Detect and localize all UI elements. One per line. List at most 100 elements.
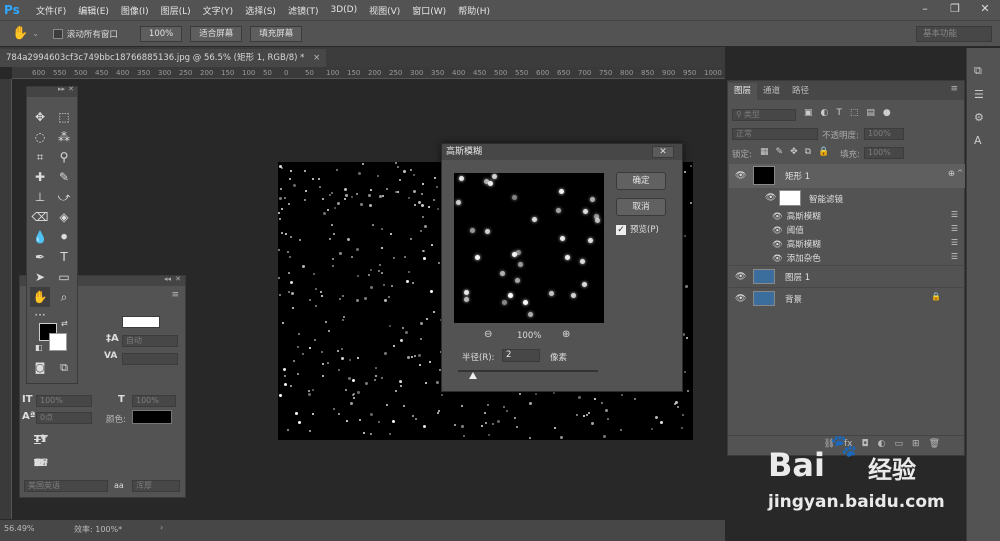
tab-channels[interactable]: 通道 <box>757 83 786 100</box>
filter-mask-thumbnail[interactable] <box>779 190 801 206</box>
zoom-level[interactable]: 56.49% <box>4 524 35 533</box>
menu-layer[interactable]: 图层(L) <box>161 4 191 17</box>
blur-preview[interactable] <box>454 173 604 323</box>
layer-row-shape[interactable]: 👁 矩形 1 ⊕ ^ <box>729 164 965 188</box>
radius-slider-track[interactable] <box>458 370 598 372</box>
rectangle-tool-icon[interactable]: ▭ <box>54 267 74 287</box>
opacity-field[interactable]: 100% <box>864 128 904 140</box>
marquee-tool-icon[interactable]: ⬚ <box>54 107 74 127</box>
filter-row[interactable]: 👁 添加杂色 ☰ <box>772 252 962 265</box>
baseline-field[interactable]: 0点 <box>36 412 92 424</box>
menu-file[interactable]: 文件(F) <box>36 4 66 17</box>
tab-layers[interactable]: 图层 <box>728 83 758 100</box>
background-color-swatch[interactable] <box>49 333 67 351</box>
zoom-in-icon[interactable]: ⊕ <box>562 329 570 340</box>
menu-3d[interactable]: 3D(D) <box>330 5 357 15</box>
layer-kind-filter[interactable]: ⚲ 类型 <box>732 109 796 121</box>
anti-alias-select[interactable]: 浑厚 <box>132 480 180 492</box>
pixel-filter-icon[interactable]: ▣ <box>804 108 813 118</box>
vertical-scale-field[interactable]: 100% <box>36 395 92 407</box>
character-panel-icon[interactable]: A <box>974 134 984 147</box>
font-style-field[interactable] <box>122 316 160 328</box>
fit-screen-button[interactable]: 适合屏幕 <box>190 25 243 42</box>
adjustment-filter-icon[interactable]: ◐ <box>821 108 829 118</box>
collapse-effects-icon[interactable]: ^ <box>957 169 963 177</box>
shape-filter-icon[interactable]: ⬚ <box>850 108 859 118</box>
visibility-eye-icon[interactable]: 👁 <box>735 272 747 282</box>
text-color-swatch[interactable] <box>132 410 172 424</box>
menu-type[interactable]: 文字(Y) <box>203 4 234 17</box>
dodge-tool-icon[interactable]: ⚫ <box>54 227 74 247</box>
crop-tool-icon[interactable]: ⌗ <box>30 147 50 167</box>
radius-slider-thumb[interactable] <box>469 372 477 379</box>
language-select[interactable]: 美国英语 <box>24 480 108 492</box>
zoom-100-button[interactable]: 100% <box>139 25 183 42</box>
smart-object-filter-icon[interactable]: ▤ <box>866 108 875 118</box>
visibility-eye-icon[interactable]: 👁 <box>772 254 783 264</box>
history-brush-icon[interactable]: ⤻ <box>54 187 74 207</box>
zoom-tool-icon[interactable]: ⌕ <box>54 287 74 307</box>
clone-stamp-icon[interactable]: ⊥ <box>30 187 50 207</box>
kerning-field[interactable] <box>122 353 178 365</box>
eyedropper-icon[interactable]: ⚲ <box>54 147 74 167</box>
healing-brush-icon[interactable]: ✚ <box>30 167 50 187</box>
workspace-select[interactable]: 基本功能 <box>916 26 992 42</box>
more-tools-icon[interactable]: ··· <box>30 305 50 325</box>
swap-colors-icon[interactable]: ⇄ <box>61 319 68 328</box>
document-tab[interactable]: 784a2994603cf3c749bbc18766885136.jpg @ 5… <box>0 49 327 67</box>
filter-options-icon[interactable]: ☰ <box>951 210 958 219</box>
menu-view[interactable]: 视图(V) <box>369 4 400 17</box>
fill-screen-button[interactable]: 填充屏幕 <box>250 25 303 42</box>
paint-bucket-icon[interactable]: ◈ <box>54 207 74 227</box>
scroll-all-windows-checkbox[interactable]: 滚动所有窗口 <box>52 28 118 40</box>
properties-panel-icon[interactable]: ☰ <box>974 88 984 101</box>
magic-wand-icon[interactable]: ⁂ <box>54 127 74 147</box>
strikethrough-icon[interactable]: T <box>34 434 41 445</box>
status-menu-arrow-icon[interactable]: › <box>160 523 163 532</box>
tool-preset-chevron-icon[interactable]: ⌄ <box>32 29 39 38</box>
visibility-eye-icon[interactable]: 👁 <box>735 171 747 181</box>
ok-button[interactable]: 确定 <box>616 172 666 190</box>
path-select-icon[interactable]: ➤ <box>30 267 50 287</box>
layer-row[interactable]: 👁 图层 1 <box>729 265 965 287</box>
visibility-eye-icon[interactable]: 👁 <box>772 212 783 222</box>
collapse-icon[interactable]: ◂◂ <box>164 275 171 283</box>
menu-window[interactable]: 窗口(W) <box>412 4 446 17</box>
filter-toggle-icon[interactable]: ● <box>883 108 891 118</box>
visibility-eye-icon[interactable]: 👁 <box>735 294 747 304</box>
history-panel-icon[interactable]: ⧉ <box>974 64 984 78</box>
visibility-eye-icon[interactable]: 👁 <box>772 240 783 250</box>
close-panel-icon[interactable]: ✕ <box>175 275 181 283</box>
horizontal-scale-field[interactable]: 100% <box>132 395 176 407</box>
smart-filters-row[interactable]: 👁 智能滤镜 <box>729 189 965 207</box>
screen-mode-icon[interactable]: ⧉ <box>54 358 74 378</box>
lasso-tool-icon[interactable]: ◌ <box>30 127 50 147</box>
panel-menu-icon[interactable]: ≡ <box>171 290 179 300</box>
blend-mode-select[interactable]: 正常 <box>732 128 818 140</box>
minimize-button[interactable]: – <box>914 2 936 16</box>
lock-artboard-icon[interactable]: ⧉ <box>805 147 811 157</box>
default-colors-icon[interactable]: ◧ <box>35 343 43 352</box>
close-window-button[interactable]: ✕ <box>974 2 996 16</box>
dialog-close-button[interactable]: ✕ <box>652 146 674 158</box>
hand-tool-icon[interactable]: ✋ <box>12 26 28 41</box>
filter-options-icon[interactable]: ☰ <box>951 238 958 247</box>
leading-field[interactable]: 自动 <box>122 335 178 347</box>
hand-tool-panel-icon[interactable]: ✋ <box>30 287 50 307</box>
zoom-out-icon[interactable]: ⊖ <box>484 329 492 340</box>
filter-row[interactable]: 👁 高斯模糊 ☰ <box>772 238 962 251</box>
move-tool-icon[interactable]: ✥ <box>30 107 50 127</box>
lock-transparent-icon[interactable]: ▦ <box>760 147 769 157</box>
preview-checkbox[interactable]: ✓ 预览(P) <box>616 223 659 235</box>
filter-row[interactable]: 👁 阈值 ☰ <box>772 224 962 237</box>
fractions-icon[interactable]: ½ <box>34 458 44 469</box>
restore-button[interactable]: ❐ <box>944 2 966 16</box>
adjustments-panel-icon[interactable]: ⚙ <box>974 111 984 124</box>
collapse-tools-icon[interactable]: ▸▸ <box>58 85 65 93</box>
type-filter-icon[interactable]: T <box>836 108 842 118</box>
quick-mask-icon[interactable]: ◙ <box>30 358 50 378</box>
fill-field[interactable]: 100% <box>864 147 904 159</box>
layers-panel-menu-icon[interactable]: ≡ <box>950 84 958 94</box>
pen-tool-icon[interactable]: ✒ <box>30 247 50 267</box>
brush-tool-icon[interactable]: ✎ <box>54 167 74 187</box>
